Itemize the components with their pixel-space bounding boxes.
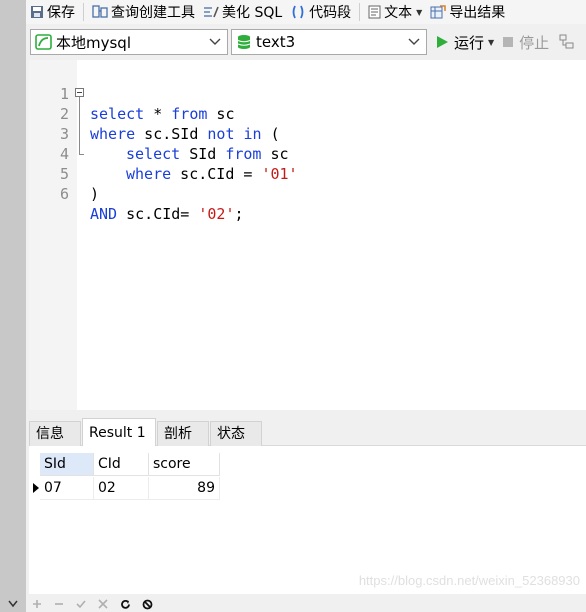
code-line-text: AND sc.CId= '02'; <box>90 204 244 224</box>
tab-profile[interactable]: 剖析 <box>157 421 209 446</box>
text-icon <box>368 5 381 19</box>
export-result-button[interactable]: 导出结果 <box>426 1 509 23</box>
sql-keyword: AND <box>90 205 118 223</box>
database-value: text3 <box>256 33 296 51</box>
editor-result-splitter[interactable] <box>26 410 586 418</box>
chevron-down-icon[interactable] <box>8 600 18 608</box>
stop-icon <box>503 37 514 47</box>
toolbar: 保存 查询创建工具 美化 SQL 代码段 文本 ▼ 导出结果 <box>26 0 586 24</box>
code-line: 5 ) <box>29 144 586 203</box>
beautify-sql-label: 美化 SQL <box>222 5 283 21</box>
code-line: 4 where sc.CId = '01' <box>29 124 586 183</box>
run-button[interactable]: 运行 ▼ <box>435 32 494 53</box>
left-panel-strip <box>0 0 26 612</box>
run-icon <box>437 36 448 48</box>
query-builder-button[interactable]: 查询创建工具 <box>88 1 199 23</box>
sql-string: '02' <box>198 205 235 223</box>
table-cell[interactable]: 89 <box>149 477 220 500</box>
code-line-text: ) <box>90 184 99 204</box>
query-builder-icon <box>92 5 108 18</box>
watermark-text: https://blog.csdn.net/weixin_52368930 <box>358 573 580 588</box>
snippet-label: 代码段 <box>309 5 352 21</box>
connection-select[interactable]: 本地mysql <box>30 29 228 55</box>
export-icon <box>430 5 447 19</box>
sql-text: ) <box>90 185 100 203</box>
column-header-score[interactable]: score <box>149 453 220 476</box>
chevron-down-icon <box>408 38 420 45</box>
mysql-connection-icon <box>35 34 52 50</box>
line-number: 6 <box>59 185 69 203</box>
database-icon <box>237 35 251 49</box>
result-tab-bar: 信息 Result 1 剖析 状态 <box>29 418 586 447</box>
snippet-icon <box>292 5 304 19</box>
save-icon <box>31 6 43 18</box>
add-record-icon[interactable] <box>26 596 48 612</box>
tab-result-1[interactable]: Result 1 <box>82 418 156 447</box>
connection-bar: 本地mysql text3 运行 ▼ 停止 <box>26 26 586 58</box>
text-output-label: 文本 <box>384 5 413 21</box>
toolbar-divider <box>359 3 361 21</box>
column-header-sid[interactable]: SId <box>40 453 94 476</box>
save-label: 保存 <box>47 5 75 21</box>
sql-editor[interactable]: 1 select * from sc 2 where sc.SId not in… <box>29 60 586 410</box>
dropdown-caret-icon: ▼ <box>416 7 423 17</box>
toolbar-divider <box>83 3 84 21</box>
sql-text: sc.CId= <box>117 205 199 223</box>
current-row-marker-icon <box>33 483 39 493</box>
delete-record-icon[interactable] <box>48 596 70 612</box>
table-cell[interactable]: 07 <box>40 477 94 500</box>
refresh-icon[interactable] <box>114 596 136 612</box>
sql-text: ; <box>234 205 244 223</box>
code-line: 3 select SId from sc <box>29 104 586 163</box>
snippet-button[interactable]: 代码段 <box>286 1 355 23</box>
stop-query-icon[interactable] <box>136 596 158 612</box>
beautify-icon <box>204 6 219 18</box>
beautify-sql-button[interactable]: 美化 SQL <box>199 1 286 23</box>
discard-icon[interactable] <box>92 596 114 612</box>
explain-button[interactable] <box>559 34 575 50</box>
text-output-dropdown[interactable]: 文本 ▼ <box>364 1 426 23</box>
tab-status[interactable]: 状态 <box>210 421 262 446</box>
result-grid: SId CId score 07 02 89 https://blog.csdn… <box>29 446 586 594</box>
column-header-cid[interactable]: CId <box>94 453 149 476</box>
run-label: 运行 <box>454 33 485 52</box>
explain-icon <box>559 34 574 49</box>
record-action-bar <box>26 596 586 612</box>
export-result-label: 导出结果 <box>449 5 506 21</box>
tab-info[interactable]: 信息 <box>29 421 81 446</box>
stop-button[interactable]: 停止 <box>502 32 549 53</box>
chevron-down-icon <box>209 38 221 45</box>
query-window: 保存 查询创建工具 美化 SQL 代码段 文本 ▼ 导出结果 本地mysql t… <box>26 0 586 612</box>
apply-icon[interactable] <box>70 596 92 612</box>
table-cell[interactable]: 02 <box>94 477 149 500</box>
query-builder-label: 查询创建工具 <box>111 5 195 21</box>
database-select[interactable]: text3 <box>231 29 427 55</box>
dropdown-caret-icon[interactable]: ▼ <box>488 38 494 47</box>
code-line: 1 select * from sc <box>29 64 586 123</box>
code-line: 2 where sc.SId not in ( <box>29 84 586 143</box>
save-button[interactable]: 保存 <box>26 1 79 23</box>
stop-label: 停止 <box>519 33 550 52</box>
connection-value: 本地mysql <box>56 33 131 52</box>
code-line: 6 AND sc.CId= '02'; <box>29 164 586 223</box>
